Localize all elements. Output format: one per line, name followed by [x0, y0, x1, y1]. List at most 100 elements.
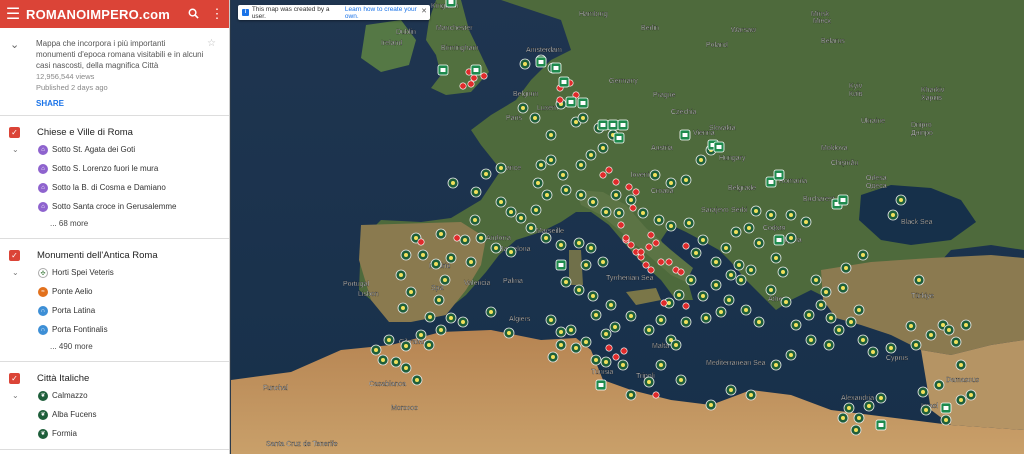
- user-map-banner: i This map was created by a user. Learn …: [238, 5, 430, 20]
- monument-marker-icon[interactable]: [612, 178, 620, 186]
- collapse-chevron-icon[interactable]: ⌄: [8, 38, 36, 109]
- expand-chevron-icon[interactable]: ⌄: [12, 145, 38, 154]
- layer-checkbox[interactable]: ✓: [9, 249, 20, 261]
- layer-item[interactable]: ∩ Porta Fontinalis: [0, 320, 229, 339]
- menu-icon[interactable]: ☰: [0, 4, 26, 24]
- city-marker-glyph: [929, 333, 933, 337]
- monument-marker-icon[interactable]: [629, 204, 637, 212]
- layer-checkbox[interactable]: ✓: [9, 126, 20, 138]
- monument-marker-icon[interactable]: [627, 241, 635, 249]
- city-marker-glyph: [549, 318, 553, 322]
- layer-header[interactable]: ✓ Città Italiche: [0, 370, 229, 386]
- city-marker-glyph: [827, 343, 831, 347]
- layer-checkbox[interactable]: ✓: [9, 372, 20, 384]
- layer-item[interactable]: ⌄ ❦ Calmazzo: [0, 386, 229, 405]
- city-marker-glyph: [463, 238, 467, 242]
- city-marker-glyph: [824, 290, 828, 294]
- star-icon[interactable]: ☆: [207, 38, 221, 109]
- city-marker-glyph: [479, 236, 483, 240]
- city-marker-glyph: [577, 241, 581, 245]
- city-marker-glyph: [461, 320, 465, 324]
- map-place-label: Харків: [921, 94, 942, 102]
- monument-marker-icon[interactable]: [622, 234, 630, 242]
- city-marker-glyph: [914, 343, 918, 347]
- monument-marker-icon[interactable]: [625, 183, 633, 191]
- monument-marker-icon[interactable]: [637, 248, 645, 256]
- monument-marker-icon[interactable]: [617, 221, 625, 229]
- villa-marker-glyph: [776, 238, 782, 242]
- city-marker-glyph: [921, 390, 925, 394]
- close-icon[interactable]: ✕: [421, 7, 427, 15]
- layer-section: ✓ Città Italiche ⌄ ❦ Calmazzo ❦ Alba Fucens ❦ Fo…: [0, 362, 229, 450]
- monument-marker-icon[interactable]: [652, 391, 660, 399]
- monument-marker-icon[interactable]: [645, 243, 653, 251]
- monument-marker-icon[interactable]: [453, 234, 461, 242]
- layer-item[interactable]: ⌄ ⌂ Sotto St. Agata dei Goti: [0, 140, 229, 159]
- map-place-label: Algiers: [509, 316, 531, 323]
- layer-header[interactable]: ✓ Monumenti dell'Antica Roma: [0, 247, 229, 263]
- search-icon[interactable]: [181, 7, 205, 22]
- layer-item[interactable]: ⌄ ✣ Horti Spei Veteris: [0, 263, 229, 282]
- monument-marker-icon[interactable]: [682, 242, 690, 250]
- city-marker-glyph: [414, 236, 418, 240]
- layer-section: ✓ Chiese e Ville di Roma ⌄ ⌂ Sotto St. Agata…: [0, 116, 229, 239]
- sardinia-landmass: [569, 250, 583, 285]
- more-items-link[interactable]: ... 490 more: [0, 339, 229, 355]
- expand-chevron-icon[interactable]: ⌄: [12, 268, 38, 277]
- city-marker-glyph: [659, 318, 663, 322]
- layer-item[interactable]: ⌂ Sotto S. Lorenzo fuori le mura: [0, 159, 229, 178]
- monument-marker-icon[interactable]: [665, 258, 673, 266]
- layer-item[interactable]: ❦ Alba Fucens: [0, 405, 229, 424]
- layer-item[interactable]: ≈ Ponte Aelio: [0, 282, 229, 301]
- monument-marker-icon[interactable]: [470, 74, 478, 82]
- city-marker-glyph: [499, 200, 503, 204]
- map-place-label: Casablanca: [369, 381, 406, 388]
- city-marker-glyph: [629, 198, 633, 202]
- more-vert-icon[interactable]: ⋮: [205, 6, 229, 22]
- monument-marker-icon[interactable]: [417, 238, 425, 246]
- monument-marker-icon[interactable]: [652, 239, 660, 247]
- monument-marker-icon[interactable]: [599, 171, 607, 179]
- create-map-link[interactable]: Learn how to create your own.: [345, 6, 430, 20]
- more-items-link[interactable]: ... 68 more: [0, 216, 229, 232]
- layer-header[interactable]: ✓ Chiese e Ville di Roma: [0, 124, 229, 140]
- monument-marker-icon[interactable]: [612, 353, 620, 361]
- city-marker-glyph: [439, 328, 443, 332]
- monument-marker-icon[interactable]: [556, 96, 564, 104]
- monument-marker-icon[interactable]: [647, 231, 655, 239]
- city-marker-glyph: [484, 172, 488, 176]
- city-marker-glyph: [629, 314, 633, 318]
- monument-marker-icon[interactable]: [642, 261, 650, 269]
- layer-item[interactable]: ❦ Formia: [0, 424, 229, 443]
- map-canvas[interactable]: Ireland Dublin Manchester Birmingham Kingdom…: [231, 0, 1024, 454]
- monument-marker-icon[interactable]: [467, 80, 475, 88]
- city-marker-glyph: [613, 325, 617, 329]
- monument-marker-icon[interactable]: [660, 299, 668, 307]
- map-description: Mappa che incorpora i più importanti mon…: [36, 39, 204, 70]
- city-marker-glyph: [561, 173, 565, 177]
- share-button[interactable]: SHARE: [36, 99, 64, 108]
- map-place-label: Amsterdam: [526, 47, 562, 54]
- monument-marker-icon[interactable]: [657, 258, 665, 266]
- city-marker-glyph: [709, 403, 713, 407]
- layer-item[interactable]: ⌂ Sotto Santa croce in Gerusalemme: [0, 197, 229, 216]
- monument-marker-icon[interactable]: [620, 347, 628, 355]
- monument-marker-icon[interactable]: [459, 82, 467, 90]
- monument-marker-icon[interactable]: [632, 188, 640, 196]
- monument-marker-icon[interactable]: [682, 302, 690, 310]
- layer-item[interactable]: ∩ Porta Latina: [0, 301, 229, 320]
- monument-marker-icon[interactable]: [480, 72, 488, 80]
- expand-chevron-icon[interactable]: ⌄: [12, 391, 38, 400]
- sidebar: ☰ ROMANOIMPERO.com ⋮ ⌄ Mappa che incorpo…: [0, 0, 230, 454]
- monument-marker-icon[interactable]: [647, 266, 655, 274]
- monument-marker-icon[interactable]: [677, 268, 685, 276]
- city-marker-glyph: [941, 323, 945, 327]
- monument-marker-icon[interactable]: [605, 344, 613, 352]
- map-place-label: Dublin: [396, 29, 416, 36]
- city-marker-glyph: [521, 106, 525, 110]
- map-place-label: Luxem: [537, 105, 558, 112]
- satellite-map[interactable]: IrelandDublinManchesterBirminghamKingdom…: [231, 0, 1024, 454]
- map-place-label: Palma: [503, 278, 523, 285]
- layer-item[interactable]: ⌂ Sotto la B. di Cosma e Damiano: [0, 178, 229, 197]
- monument-marker-icon[interactable]: [605, 166, 613, 174]
